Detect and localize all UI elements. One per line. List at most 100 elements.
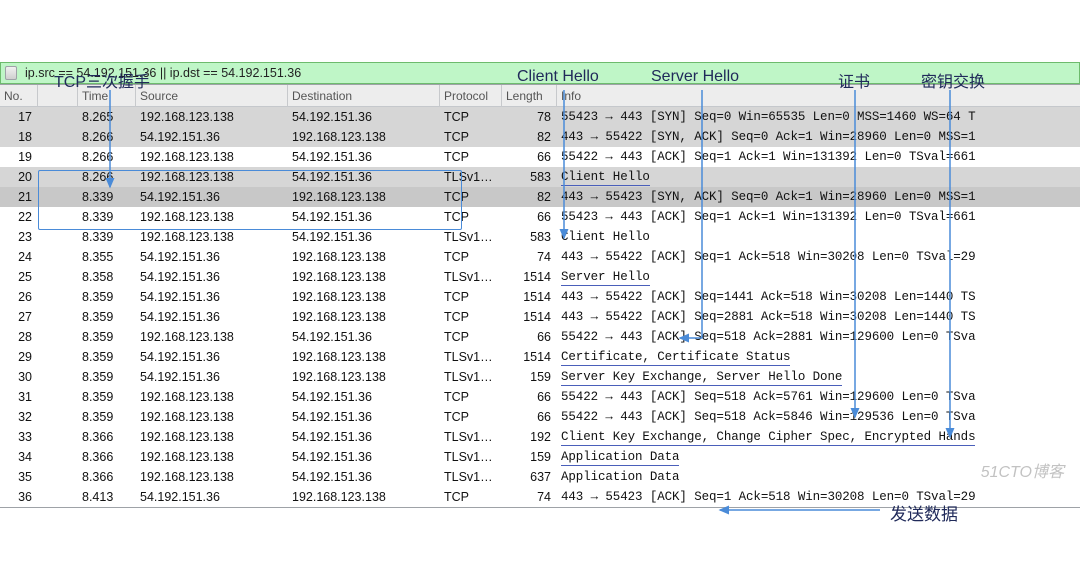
cell-no: 23 (0, 227, 38, 247)
col-info[interactable]: Info (557, 85, 1080, 107)
cell-no: 30 (0, 367, 38, 387)
table-row[interactable]: 348.366192.168.123.13854.192.151.36TLSv1… (0, 447, 1080, 467)
cell-len: 66 (502, 147, 557, 167)
cell-source: 192.168.123.138 (136, 407, 288, 427)
cell-blank (38, 487, 78, 507)
cell-blank (38, 327, 78, 347)
cell-blank (38, 247, 78, 267)
cell-proto: TCP (440, 187, 502, 207)
table-row[interactable]: 338.366192.168.123.13854.192.151.36TLSv1… (0, 427, 1080, 447)
cell-dest: 54.192.151.36 (288, 167, 440, 187)
cell-proto: TLSv1… (440, 367, 502, 387)
cell-info: 55422 → 443 [ACK] Seq=1 Ack=1 Win=131392… (557, 147, 1080, 167)
cell-blank (38, 147, 78, 167)
table-row[interactable]: 278.35954.192.151.36192.168.123.138TCP15… (0, 307, 1080, 327)
cell-proto: TLSv1… (440, 227, 502, 247)
table-row[interactable]: 228.339192.168.123.13854.192.151.36TCP66… (0, 207, 1080, 227)
cell-len: 66 (502, 407, 557, 427)
cell-no: 22 (0, 207, 38, 227)
cell-source: 192.168.123.138 (136, 107, 288, 127)
cell-source: 192.168.123.138 (136, 427, 288, 447)
table-row[interactable]: 248.35554.192.151.36192.168.123.138TCP74… (0, 247, 1080, 267)
cell-proto: TCP (440, 287, 502, 307)
cell-no: 36 (0, 487, 38, 507)
rows-container: 178.265192.168.123.13854.192.151.36TCP78… (0, 107, 1080, 507)
display-filter-bar (0, 62, 1080, 84)
cell-len: 159 (502, 367, 557, 387)
cell-time: 8.339 (78, 187, 136, 207)
cell-dest: 54.192.151.36 (288, 407, 440, 427)
table-row[interactable]: 358.366192.168.123.13854.192.151.36TLSv1… (0, 467, 1080, 487)
cell-time: 8.359 (78, 307, 136, 327)
column-headers[interactable]: No. Time Source Destination Protocol Len… (0, 85, 1080, 107)
cell-proto: TLSv1… (440, 467, 502, 487)
cell-time: 8.413 (78, 487, 136, 507)
cell-blank (38, 427, 78, 447)
col-dest[interactable]: Destination (288, 85, 440, 107)
cell-time: 8.359 (78, 367, 136, 387)
col-source[interactable]: Source (136, 85, 288, 107)
table-row[interactable]: 328.359192.168.123.13854.192.151.36TCP66… (0, 407, 1080, 427)
table-row[interactable]: 308.35954.192.151.36192.168.123.138TLSv1… (0, 367, 1080, 387)
table-row[interactable]: 218.33954.192.151.36192.168.123.138TCP82… (0, 187, 1080, 207)
table-row[interactable]: 268.35954.192.151.36192.168.123.138TCP15… (0, 287, 1080, 307)
col-protocol[interactable]: Protocol (440, 85, 502, 107)
cell-info: Client Hello (557, 167, 1080, 187)
cell-source: 54.192.151.36 (136, 307, 288, 327)
col-length[interactable]: Length (502, 85, 557, 107)
cell-proto: TLSv1… (440, 347, 502, 367)
cell-no: 21 (0, 187, 38, 207)
cell-source: 192.168.123.138 (136, 227, 288, 247)
cell-blank (38, 307, 78, 327)
cell-source: 54.192.151.36 (136, 287, 288, 307)
table-row[interactable]: 298.35954.192.151.36192.168.123.138TLSv1… (0, 347, 1080, 367)
watermark-text: 51CTO博客 (981, 458, 1064, 482)
cell-no: 26 (0, 287, 38, 307)
col-blank[interactable] (38, 85, 78, 107)
col-time[interactable]: Time (78, 85, 136, 107)
cell-info: Client Key Exchange, Change Cipher Spec,… (557, 427, 1080, 447)
cell-source: 54.192.151.36 (136, 247, 288, 267)
cell-len: 66 (502, 207, 557, 227)
cell-info: 55422 → 443 [ACK] Seq=518 Ack=2881 Win=1… (557, 327, 1080, 347)
cell-dest: 192.168.123.138 (288, 267, 440, 287)
cell-dest: 192.168.123.138 (288, 127, 440, 147)
table-row[interactable]: 188.26654.192.151.36192.168.123.138TCP82… (0, 127, 1080, 147)
cell-blank (38, 227, 78, 247)
cell-proto: TLSv1… (440, 267, 502, 287)
table-row[interactable]: 238.339192.168.123.13854.192.151.36TLSv1… (0, 227, 1080, 247)
table-row[interactable]: 368.41354.192.151.36192.168.123.138TCP74… (0, 487, 1080, 507)
cell-no: 19 (0, 147, 38, 167)
cell-len: 192 (502, 427, 557, 447)
col-no[interactable]: No. (0, 85, 38, 107)
cell-time: 8.359 (78, 287, 136, 307)
cell-no: 29 (0, 347, 38, 367)
cell-proto: TCP (440, 147, 502, 167)
table-row[interactable]: 198.266192.168.123.13854.192.151.36TCP66… (0, 147, 1080, 167)
cell-info: 443 → 55423 [ACK] Seq=1 Ack=518 Win=3020… (557, 487, 1080, 507)
table-row[interactable]: 208.266192.168.123.13854.192.151.36TLSv1… (0, 167, 1080, 187)
cell-source: 54.192.151.36 (136, 127, 288, 147)
cell-source: 192.168.123.138 (136, 167, 288, 187)
cell-blank (38, 467, 78, 487)
cell-dest: 54.192.151.36 (288, 327, 440, 347)
bookmark-icon[interactable] (5, 66, 17, 80)
cell-no: 17 (0, 107, 38, 127)
display-filter-input[interactable] (21, 64, 1079, 82)
cell-info: 55423 → 443 [ACK] Seq=1 Ack=1 Win=131392… (557, 207, 1080, 227)
cell-info: 443 → 55422 [ACK] Seq=2881 Ack=518 Win=3… (557, 307, 1080, 327)
table-row[interactable]: 288.359192.168.123.13854.192.151.36TCP66… (0, 327, 1080, 347)
cell-info: 55422 → 443 [ACK] Seq=518 Ack=5761 Win=1… (557, 387, 1080, 407)
packet-list[interactable]: No. Time Source Destination Protocol Len… (0, 84, 1080, 508)
table-row[interactable]: 318.359192.168.123.13854.192.151.36TCP66… (0, 387, 1080, 407)
cell-dest: 54.192.151.36 (288, 387, 440, 407)
cell-dest: 54.192.151.36 (288, 107, 440, 127)
table-row[interactable]: 178.265192.168.123.13854.192.151.36TCP78… (0, 107, 1080, 127)
table-row[interactable]: 258.35854.192.151.36192.168.123.138TLSv1… (0, 267, 1080, 287)
cell-dest: 192.168.123.138 (288, 487, 440, 507)
cell-time: 8.359 (78, 347, 136, 367)
cell-no: 27 (0, 307, 38, 327)
cell-info: 443 → 55422 [ACK] Seq=1441 Ack=518 Win=3… (557, 287, 1080, 307)
cell-no: 18 (0, 127, 38, 147)
cell-blank (38, 107, 78, 127)
